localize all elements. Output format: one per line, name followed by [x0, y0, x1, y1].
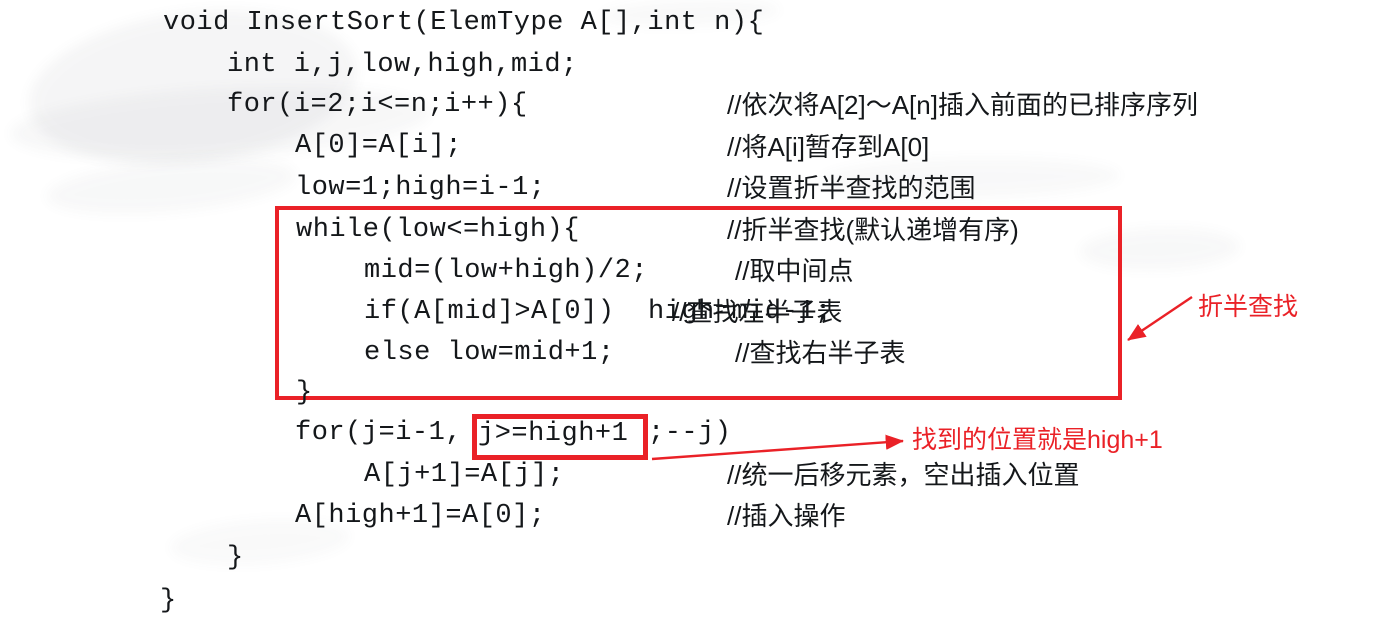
code-line: low=1;high=i-1; [295, 173, 546, 203]
code-line: } [160, 586, 177, 616]
code-comment: //将A[i]暂存到A[0] [727, 132, 930, 162]
code-line: ;--j) [648, 418, 732, 448]
code-line: while(low<=high){ [296, 215, 580, 245]
code-comment: //设置折半查找的范围 [727, 173, 976, 203]
code-comment: //查找右半子表 [735, 338, 906, 368]
scanned-code-page: void InsertSort(ElemType A[],int n){ int… [0, 0, 1400, 624]
code-comment: //依次将A[2]～A[n]插入前面的已排序序列 [727, 90, 1198, 120]
code-line: } [296, 378, 313, 408]
code-line-condition: j>=high+1 [478, 419, 629, 449]
code-line: else low=mid+1; [364, 338, 615, 368]
code-comment: //统一后移元素，空出插入位置 [727, 460, 1080, 490]
code-line: for(j=i-1, [295, 418, 463, 448]
code-line: A[0]=A[i]; [295, 131, 463, 161]
arrow-to-binary-search-box [1127, 296, 1193, 341]
code-line: int i,j,low,high,mid; [227, 50, 578, 80]
code-comment: //折半查找(默认递增有序) [727, 215, 1019, 245]
annotation-label-found-position: 找到的位置就是high+1 [912, 426, 1163, 454]
scan-artifact [44, 149, 298, 223]
code-comment: //插入操作 [727, 501, 846, 531]
code-comment: //取中间点 [735, 256, 854, 286]
code-line: for(i=2;i<=n;i++){ [227, 90, 528, 120]
annotation-label-binary-search: 折半查找 [1198, 293, 1299, 321]
code-line: void InsertSort(ElemType A[],int n){ [163, 8, 765, 38]
code-line: A[j+1]=A[j]; [364, 460, 565, 490]
code-line: } [227, 543, 244, 573]
code-line: mid=(low+high)/2; [364, 256, 648, 286]
code-comment: //查找左半子表 [672, 297, 843, 327]
code-line: A[high+1]=A[0]; [295, 501, 546, 531]
